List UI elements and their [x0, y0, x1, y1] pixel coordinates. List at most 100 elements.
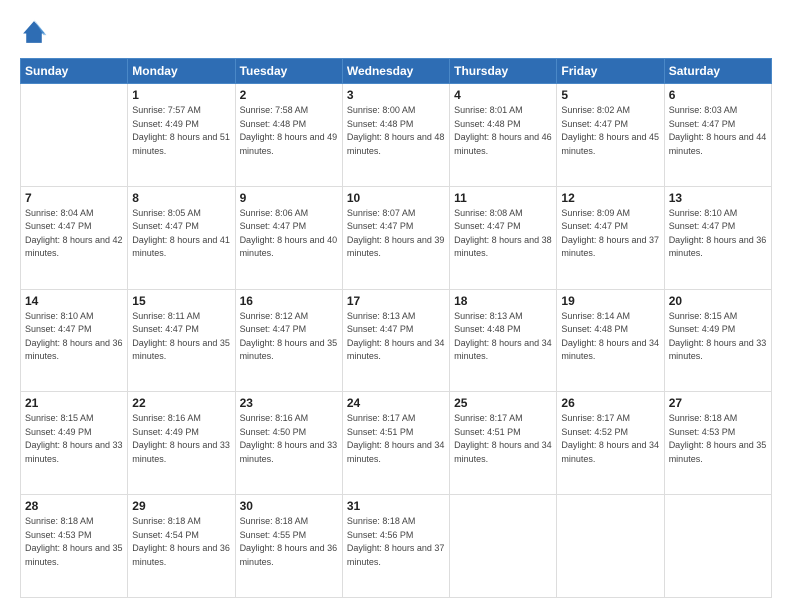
day-detail: Sunrise: 8:10 AMSunset: 4:47 PMDaylight:… [25, 310, 123, 364]
calendar-cell: 3 Sunrise: 8:00 AMSunset: 4:48 PMDaylight… [342, 84, 449, 187]
day-detail: Sunrise: 8:12 AMSunset: 4:47 PMDaylight:… [240, 310, 338, 364]
day-detail: Sunrise: 8:15 AMSunset: 4:49 PMDaylight:… [669, 310, 767, 364]
calendar-cell: 24 Sunrise: 8:17 AMSunset: 4:51 PMDayligh… [342, 392, 449, 495]
logo-icon [20, 18, 48, 46]
day-number: 18 [454, 294, 552, 308]
day-number: 3 [347, 88, 445, 102]
calendar-cell: 25 Sunrise: 8:17 AMSunset: 4:51 PMDayligh… [450, 392, 557, 495]
calendar-week-2: 7 Sunrise: 8:04 AMSunset: 4:47 PMDaylight… [21, 186, 772, 289]
day-number: 17 [347, 294, 445, 308]
day-number: 10 [347, 191, 445, 205]
calendar-cell: 1Sunrise: 7:57 AMSunset: 4:49 PMDaylight… [128, 84, 235, 187]
calendar-cell: 27 Sunrise: 8:18 AMSunset: 4:53 PMDayligh… [664, 392, 771, 495]
day-number: 28 [25, 499, 123, 513]
calendar-header: SundayMondayTuesdayWednesdayThursdayFrid… [21, 59, 772, 84]
day-number: 8 [132, 191, 230, 205]
day-number: 4 [454, 88, 552, 102]
day-detail: Sunrise: 8:07 AMSunset: 4:47 PMDaylight:… [347, 207, 445, 261]
day-detail: Sunrise: 8:18 AMSunset: 4:54 PMDaylight:… [132, 515, 230, 569]
weekday-header-thursday: Thursday [450, 59, 557, 84]
calendar-cell: 8 Sunrise: 8:05 AMSunset: 4:47 PMDaylight… [128, 186, 235, 289]
day-detail: Sunrise: 8:16 AMSunset: 4:50 PMDaylight:… [240, 412, 338, 466]
day-detail: Sunrise: 8:17 AMSunset: 4:52 PMDaylight:… [561, 412, 659, 466]
calendar-cell: 7 Sunrise: 8:04 AMSunset: 4:47 PMDaylight… [21, 186, 128, 289]
calendar-cell: 11 Sunrise: 8:08 AMSunset: 4:47 PMDayligh… [450, 186, 557, 289]
day-detail: Sunrise: 8:18 AMSunset: 4:53 PMDaylight:… [669, 412, 767, 466]
day-number: 6 [669, 88, 767, 102]
calendar-cell [664, 495, 771, 598]
calendar-cell: 30Sunrise: 8:18 AMSunset: 4:55 PMDayligh… [235, 495, 342, 598]
day-number: 7 [25, 191, 123, 205]
day-detail: Sunrise: 8:05 AMSunset: 4:47 PMDaylight:… [132, 207, 230, 261]
calendar-cell [450, 495, 557, 598]
day-detail: Sunrise: 8:18 AMSunset: 4:56 PMDaylight:… [347, 515, 445, 569]
weekday-row: SundayMondayTuesdayWednesdayThursdayFrid… [21, 59, 772, 84]
day-number: 12 [561, 191, 659, 205]
calendar-cell: 26 Sunrise: 8:17 AMSunset: 4:52 PMDayligh… [557, 392, 664, 495]
day-detail: Sunrise: 7:58 AMSunset: 4:48 PMDaylight:… [240, 104, 338, 158]
weekday-header-monday: Monday [128, 59, 235, 84]
day-detail: Sunrise: 8:09 AMSunset: 4:47 PMDaylight:… [561, 207, 659, 261]
day-number: 16 [240, 294, 338, 308]
calendar-cell: 6 Sunrise: 8:03 AMSunset: 4:47 PMDaylight… [664, 84, 771, 187]
day-detail: Sunrise: 8:02 AMSunset: 4:47 PMDaylight:… [561, 104, 659, 158]
calendar-cell: 16 Sunrise: 8:12 AMSunset: 4:47 PMDayligh… [235, 289, 342, 392]
day-number: 9 [240, 191, 338, 205]
logo [20, 18, 52, 46]
calendar-cell: 31 Sunrise: 8:18 AMSunset: 4:56 PMDayligh… [342, 495, 449, 598]
day-detail: Sunrise: 8:00 AMSunset: 4:48 PMDaylight:… [347, 104, 445, 158]
day-number: 19 [561, 294, 659, 308]
calendar-cell: 19 Sunrise: 8:14 AMSunset: 4:48 PMDayligh… [557, 289, 664, 392]
calendar-week-3: 14Sunrise: 8:10 AMSunset: 4:47 PMDayligh… [21, 289, 772, 392]
day-detail: Sunrise: 8:13 AMSunset: 4:48 PMDaylight:… [454, 310, 552, 364]
calendar-week-5: 28Sunrise: 8:18 AMSunset: 4:53 PMDayligh… [21, 495, 772, 598]
calendar-cell: 15 Sunrise: 8:11 AMSunset: 4:47 PMDayligh… [128, 289, 235, 392]
calendar-cell: 20 Sunrise: 8:15 AMSunset: 4:49 PMDayligh… [664, 289, 771, 392]
header [20, 18, 772, 46]
day-number: 29 [132, 499, 230, 513]
day-number: 15 [132, 294, 230, 308]
calendar-cell: 10 Sunrise: 8:07 AMSunset: 4:47 PMDayligh… [342, 186, 449, 289]
day-number: 20 [669, 294, 767, 308]
day-number: 31 [347, 499, 445, 513]
day-number: 13 [669, 191, 767, 205]
day-number: 30 [240, 499, 338, 513]
day-number: 25 [454, 396, 552, 410]
day-number: 27 [669, 396, 767, 410]
calendar-cell: 12 Sunrise: 8:09 AMSunset: 4:47 PMDayligh… [557, 186, 664, 289]
calendar-cell: 9 Sunrise: 8:06 AMSunset: 4:47 PMDaylight… [235, 186, 342, 289]
day-number: 21 [25, 396, 123, 410]
day-detail: Sunrise: 8:10 AMSunset: 4:47 PMDaylight:… [669, 207, 767, 261]
day-detail: Sunrise: 8:03 AMSunset: 4:47 PMDaylight:… [669, 104, 767, 158]
day-number: 24 [347, 396, 445, 410]
weekday-header-sunday: Sunday [21, 59, 128, 84]
day-detail: Sunrise: 8:04 AMSunset: 4:47 PMDaylight:… [25, 207, 123, 261]
day-detail: Sunrise: 8:06 AMSunset: 4:47 PMDaylight:… [240, 207, 338, 261]
day-number: 11 [454, 191, 552, 205]
weekday-header-wednesday: Wednesday [342, 59, 449, 84]
calendar-body: 1Sunrise: 7:57 AMSunset: 4:49 PMDaylight… [21, 84, 772, 598]
calendar-cell: 28Sunrise: 8:18 AMSunset: 4:53 PMDayligh… [21, 495, 128, 598]
calendar-cell: 17Sunrise: 8:13 AMSunset: 4:47 PMDayligh… [342, 289, 449, 392]
calendar-week-4: 21Sunrise: 8:15 AMSunset: 4:49 PMDayligh… [21, 392, 772, 495]
calendar-cell: 23 Sunrise: 8:16 AMSunset: 4:50 PMDayligh… [235, 392, 342, 495]
day-number: 5 [561, 88, 659, 102]
calendar-cell: 4Sunrise: 8:01 AMSunset: 4:48 PMDaylight… [450, 84, 557, 187]
calendar-cell: 14Sunrise: 8:10 AMSunset: 4:47 PMDayligh… [21, 289, 128, 392]
day-number: 26 [561, 396, 659, 410]
day-detail: Sunrise: 8:14 AMSunset: 4:48 PMDaylight:… [561, 310, 659, 364]
day-number: 22 [132, 396, 230, 410]
day-detail: Sunrise: 8:11 AMSunset: 4:47 PMDaylight:… [132, 310, 230, 364]
day-number: 23 [240, 396, 338, 410]
calendar-cell: 21Sunrise: 8:15 AMSunset: 4:49 PMDayligh… [21, 392, 128, 495]
calendar-cell: 2Sunrise: 7:58 AMSunset: 4:48 PMDaylight… [235, 84, 342, 187]
day-detail: Sunrise: 8:08 AMSunset: 4:47 PMDaylight:… [454, 207, 552, 261]
day-detail: Sunrise: 7:57 AMSunset: 4:49 PMDaylight:… [132, 104, 230, 158]
calendar-week-1: 1Sunrise: 7:57 AMSunset: 4:49 PMDaylight… [21, 84, 772, 187]
weekday-header-friday: Friday [557, 59, 664, 84]
day-detail: Sunrise: 8:16 AMSunset: 4:49 PMDaylight:… [132, 412, 230, 466]
weekday-header-saturday: Saturday [664, 59, 771, 84]
day-detail: Sunrise: 8:17 AMSunset: 4:51 PMDaylight:… [347, 412, 445, 466]
calendar-cell: 13 Sunrise: 8:10 AMSunset: 4:47 PMDayligh… [664, 186, 771, 289]
day-detail: Sunrise: 8:17 AMSunset: 4:51 PMDaylight:… [454, 412, 552, 466]
